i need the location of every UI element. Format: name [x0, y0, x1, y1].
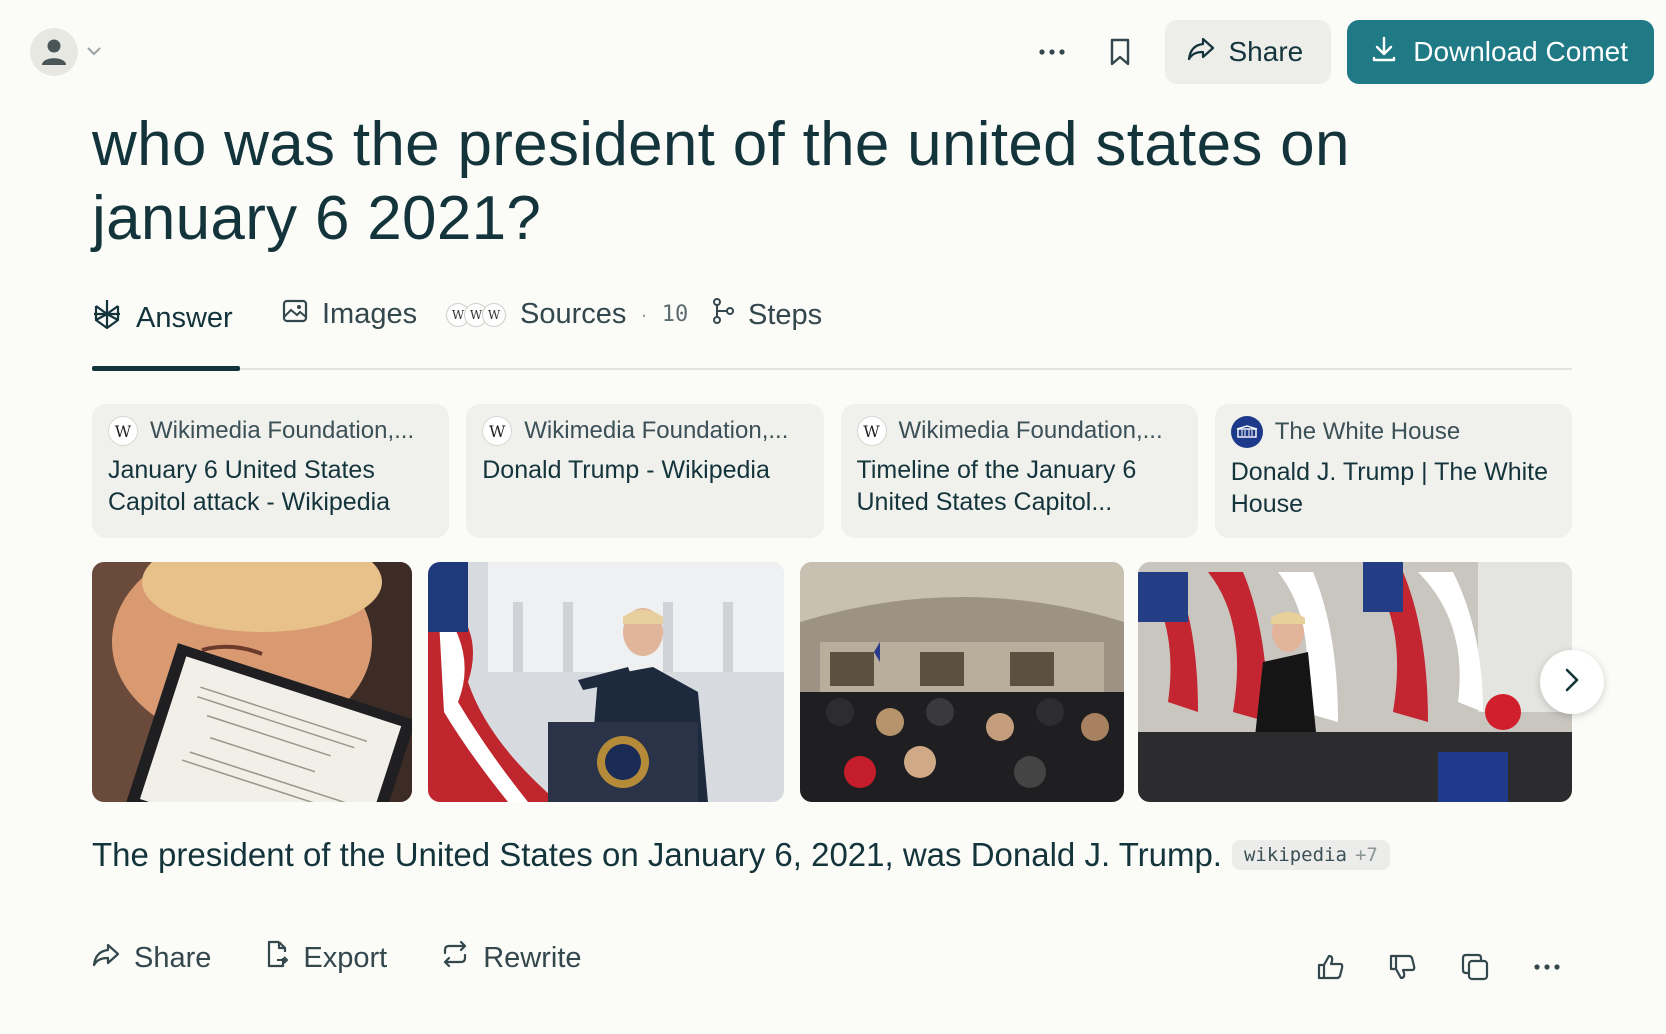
thumbs-down-icon[interactable]: [1376, 940, 1430, 994]
more-options-icon[interactable]: [1520, 940, 1574, 994]
rewrite-label: Rewrite: [483, 941, 582, 974]
active-tab-indicator: [92, 366, 240, 371]
card-source-name: Wikimedia Foundation,...: [524, 417, 789, 444]
answer-actions: Share Export Rewrite: [92, 940, 582, 976]
download-label: Download Comet: [1413, 36, 1628, 67]
card-source: W Wikimedia Foundation,...: [482, 416, 807, 446]
chevron-right-icon: [1565, 668, 1579, 697]
sources-count: 10: [661, 302, 689, 327]
more-options-icon[interactable]: [1025, 25, 1079, 79]
feedback-actions: [1304, 940, 1574, 994]
card-title: Donald Trump - Wikipedia: [482, 456, 770, 484]
sources-icons: WWW: [446, 302, 506, 327]
result-tabs: Answer Images WWW Sources · 10 Steps: [92, 290, 1572, 371]
count-separator: ·: [640, 301, 648, 327]
image-thumbnail[interactable]: [428, 562, 784, 802]
source-cards: W Wikimedia Foundation,... January 6 Uni…: [92, 404, 1572, 538]
citation-source: wikipedia: [1243, 844, 1347, 866]
share-icon: [1187, 36, 1215, 68]
rewrite-button[interactable]: Rewrite: [441, 940, 582, 975]
source-card[interactable]: W Wikimedia Foundation,... Timeline of t…: [840, 404, 1198, 538]
top-actions: Share Download Comet: [1025, 20, 1654, 84]
export-button[interactable]: Export: [265, 940, 387, 976]
tab-sources[interactable]: WWW Sources · 10: [446, 298, 688, 331]
thumbs-up-icon[interactable]: [1304, 940, 1358, 994]
image-thumbnail[interactable]: [92, 562, 412, 802]
image-thumbnail[interactable]: [1138, 562, 1572, 802]
wikipedia-icon: W: [856, 416, 887, 446]
card-title: Donald J. Trump | The White House: [1230, 458, 1549, 518]
source-card[interactable]: The White House Donald J. Trump | The Wh…: [1214, 404, 1572, 538]
card-title: January 6 United States Capitol attack -…: [108, 456, 391, 516]
rewrite-icon: [441, 940, 469, 975]
answer-text: The president of the United States on Ja…: [92, 836, 1222, 873]
tab-answer[interactable]: Answer: [92, 298, 233, 338]
card-source-name: The White House: [1274, 418, 1461, 445]
card-source: W Wikimedia Foundation,...: [856, 416, 1182, 446]
share-icon: [92, 942, 120, 975]
source-card[interactable]: W Wikimedia Foundation,... January 6 Uni…: [92, 404, 450, 538]
tab-answer-label: Answer: [136, 301, 233, 334]
export-icon: [265, 940, 289, 976]
card-source-name: Wikimedia Foundation,...: [150, 417, 415, 444]
download-icon: [1371, 36, 1397, 69]
card-source: The White House: [1230, 416, 1556, 448]
tab-images[interactable]: Images: [282, 298, 417, 331]
user-icon: [30, 28, 78, 76]
tab-steps[interactable]: Steps: [712, 298, 822, 332]
image-carousel: [92, 562, 1572, 802]
share-label: Share: [1228, 36, 1304, 67]
card-source-name: Wikimedia Foundation,...: [898, 417, 1163, 444]
export-label: Export: [303, 941, 388, 974]
chevron-down-icon: [86, 43, 102, 61]
tab-steps-label: Steps: [748, 298, 823, 331]
share-answer-label: Share: [134, 941, 212, 974]
wikipedia-icon: W: [482, 416, 513, 446]
download-comet-button[interactable]: Download Comet: [1347, 20, 1654, 84]
tab-sources-label: Sources: [520, 298, 627, 330]
copy-icon[interactable]: [1448, 940, 1502, 994]
image-thumbnail[interactable]: [800, 562, 1124, 802]
white-house-seal-icon: [1230, 416, 1263, 448]
query-title: who was the president of the united stat…: [92, 110, 1350, 253]
tab-images-label: Images: [322, 298, 418, 330]
citation-badge[interactable]: wikipedia +7: [1231, 840, 1390, 870]
wikipedia-icon: W: [108, 416, 138, 446]
bookmark-icon[interactable]: [1093, 25, 1147, 79]
answer-text-row: The president of the United States on Ja…: [92, 836, 1390, 874]
source-card[interactable]: W Wikimedia Foundation,... Donald Trump …: [466, 404, 824, 538]
carousel-next-button[interactable]: [1540, 650, 1604, 714]
account-menu[interactable]: [30, 28, 102, 76]
steps-icon: [712, 298, 734, 332]
card-source: W Wikimedia Foundation,...: [108, 416, 433, 446]
perplexity-icon: [92, 298, 122, 338]
card-title: Timeline of the January 6 United States …: [856, 456, 1137, 516]
share-answer-button[interactable]: Share: [92, 942, 211, 975]
top-bar: Share Download Comet: [0, 0, 1666, 100]
image-icon: [282, 298, 308, 331]
share-button[interactable]: Share: [1164, 20, 1332, 84]
citation-more: +7: [1354, 844, 1378, 866]
